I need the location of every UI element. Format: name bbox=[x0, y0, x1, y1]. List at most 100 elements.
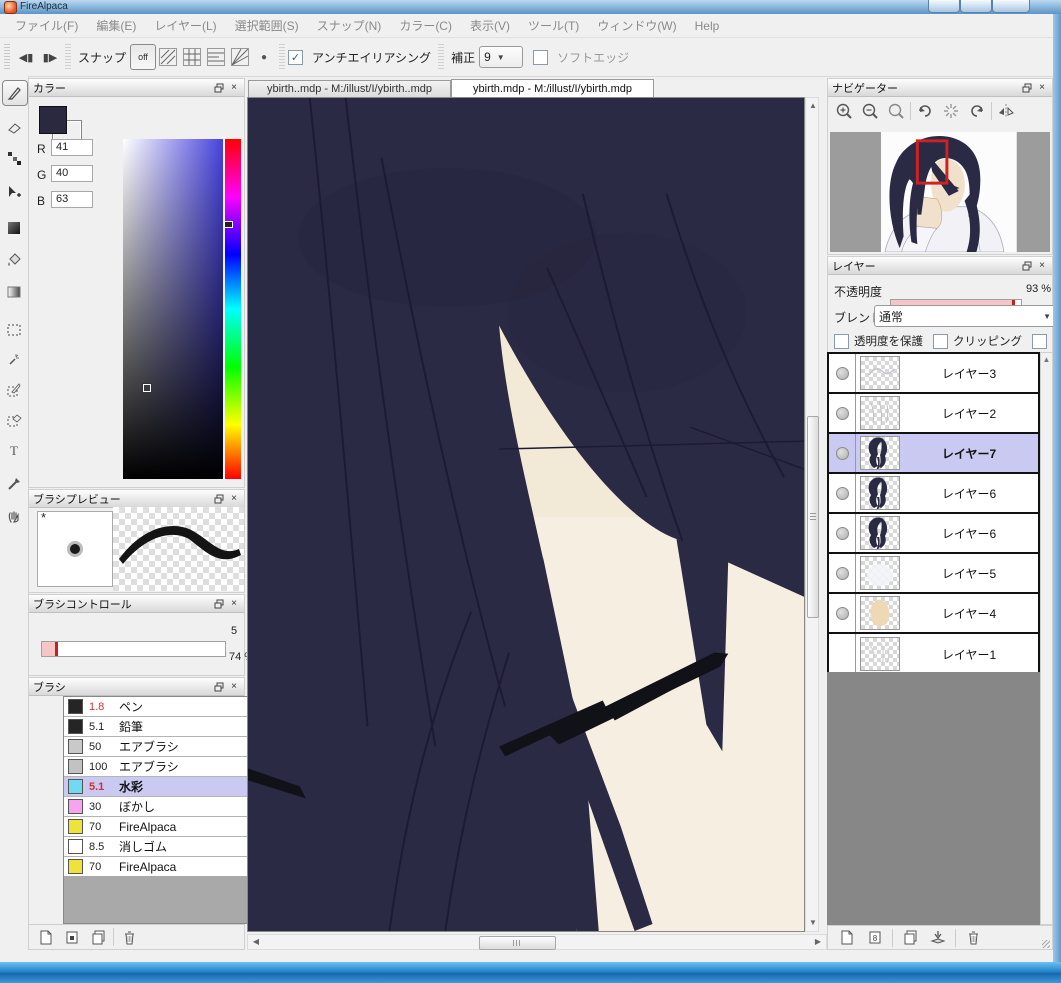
close-button[interactable] bbox=[992, 0, 1030, 13]
visibility-cell[interactable] bbox=[829, 354, 856, 392]
magic-wand-tool-button[interactable] bbox=[2, 348, 26, 372]
visibility-cell[interactable] bbox=[829, 474, 856, 512]
snap-parallel-icon[interactable] bbox=[156, 45, 180, 69]
antialias-checkbox[interactable]: ✓ bbox=[288, 50, 303, 65]
drawing-canvas[interactable] bbox=[247, 97, 805, 932]
close-panel-icon[interactable]: × bbox=[1036, 82, 1048, 94]
float-panel-icon[interactable] bbox=[213, 681, 225, 693]
visibility-cell[interactable] bbox=[829, 394, 856, 432]
snap-horizontal-icon[interactable] bbox=[204, 45, 228, 69]
next-canvas-button[interactable]: ▮▶ bbox=[38, 45, 62, 69]
menu-help[interactable]: Help bbox=[686, 14, 729, 38]
lock-checkbox[interactable] bbox=[1032, 334, 1047, 349]
brush-item[interactable]: 30 ぼかし bbox=[64, 797, 258, 817]
visible-icon[interactable] bbox=[836, 487, 849, 500]
snap-grid-icon[interactable] bbox=[180, 45, 204, 69]
menu-view[interactable]: 表示(V) bbox=[461, 14, 519, 38]
layer-row[interactable]: レイヤー4 bbox=[829, 594, 1038, 634]
hue-bar[interactable] bbox=[225, 139, 241, 479]
menu-color[interactable]: カラー(C) bbox=[390, 14, 461, 38]
resize-grip[interactable] bbox=[1042, 940, 1050, 948]
canvas-tab-1[interactable]: ybirth..mdp - M:/illust/I/ybirth..mdp bbox=[248, 80, 451, 98]
close-panel-icon[interactable]: × bbox=[1036, 260, 1048, 272]
layer-row-selected[interactable]: レイヤー7 bbox=[829, 434, 1038, 474]
scatter-tool-button[interactable] bbox=[2, 146, 26, 170]
float-panel-icon[interactable] bbox=[213, 82, 225, 94]
zoom-reset-icon[interactable] bbox=[884, 99, 908, 123]
flip-horizontal-icon[interactable] bbox=[994, 99, 1018, 123]
new-brush-icon[interactable] bbox=[35, 926, 57, 948]
scroll-up-icon[interactable]: ▲ bbox=[1043, 355, 1051, 364]
rotate-right-icon[interactable] bbox=[965, 99, 989, 123]
prev-canvas-button[interactable]: ◀▮ bbox=[14, 45, 38, 69]
visible-icon[interactable] bbox=[836, 447, 849, 460]
float-panel-icon[interactable] bbox=[1021, 260, 1033, 272]
text-tool-button[interactable]: T bbox=[2, 438, 26, 462]
brush-item[interactable]: 1.8 ペン bbox=[64, 697, 258, 717]
select-pen-tool-button[interactable] bbox=[2, 378, 26, 402]
maximize-button[interactable] bbox=[960, 0, 992, 13]
visibility-cell[interactable] bbox=[829, 514, 856, 552]
menu-snap[interactable]: スナップ(N) bbox=[308, 14, 391, 38]
close-panel-icon[interactable]: × bbox=[228, 493, 240, 505]
green-field[interactable]: 40 bbox=[51, 165, 93, 182]
menu-edit[interactable]: 編集(E) bbox=[87, 14, 145, 38]
shade-tool-button[interactable] bbox=[2, 216, 26, 240]
navigator-thumbnail[interactable] bbox=[830, 132, 1050, 252]
eraser-tool-button[interactable] bbox=[2, 116, 26, 140]
rotate-left-icon[interactable] bbox=[913, 99, 937, 123]
menu-window[interactable]: ウィンドウ(W) bbox=[588, 14, 685, 38]
brush-item[interactable]: 70 FireAlpaca bbox=[64, 857, 258, 877]
snap-off-button[interactable]: off bbox=[130, 44, 156, 70]
canvas-vertical-scrollbar[interactable]: ▲ ▼ bbox=[805, 97, 819, 932]
menu-select[interactable]: 選択範囲(S) bbox=[226, 14, 308, 38]
delete-layer-icon[interactable] bbox=[962, 927, 984, 949]
brush-item[interactable]: 70 FireAlpaca bbox=[64, 817, 258, 837]
scroll-up-icon[interactable]: ▲ bbox=[806, 99, 820, 113]
hand-tool-button[interactable] bbox=[2, 504, 26, 528]
scroll-down-icon[interactable]: ▼ bbox=[806, 916, 820, 930]
blend-select[interactable]: 通常 ▼ bbox=[874, 305, 1056, 327]
horizontal-scroll-thumb[interactable] bbox=[479, 936, 556, 950]
menu-layer[interactable]: レイヤー(L) bbox=[145, 14, 225, 38]
layer-row[interactable]: レイヤー6 bbox=[829, 514, 1038, 554]
float-panel-icon[interactable] bbox=[1021, 82, 1033, 94]
saturation-value-picker[interactable] bbox=[123, 139, 223, 479]
visible-icon[interactable] bbox=[836, 607, 849, 620]
edit-brush-icon[interactable] bbox=[61, 926, 83, 948]
duplicate-layer-icon[interactable] bbox=[899, 927, 921, 949]
merge-down-icon[interactable] bbox=[927, 927, 949, 949]
close-panel-icon[interactable]: × bbox=[228, 82, 240, 94]
brush-item[interactable]: 5.1 鉛筆 bbox=[64, 717, 258, 737]
layer-row[interactable]: レイヤー6 bbox=[829, 474, 1038, 514]
brush-size-slider[interactable] bbox=[41, 641, 226, 657]
move-tool-button[interactable] bbox=[2, 180, 26, 204]
select-rect-tool-button[interactable] bbox=[2, 318, 26, 342]
brush-item-selected[interactable]: 5.1 水彩 bbox=[64, 777, 258, 797]
zoom-out-icon[interactable] bbox=[858, 99, 882, 123]
visibility-cell[interactable] bbox=[829, 554, 856, 592]
foreground-color-swatch[interactable] bbox=[39, 106, 67, 134]
visibility-cell[interactable] bbox=[829, 634, 856, 674]
canvas-tab-2-active[interactable]: ybirth.mdp - M:/illust/I/ybirth.mdp bbox=[451, 79, 654, 98]
canvas-horizontal-scrollbar[interactable]: ◀ ▶ bbox=[247, 934, 827, 950]
new-8bit-layer-icon[interactable]: 8 bbox=[864, 927, 886, 949]
snap-dot-icon[interactable]: ● bbox=[252, 45, 276, 69]
correction-select[interactable]: 9 ▼ bbox=[479, 46, 523, 68]
clipping-checkbox[interactable] bbox=[933, 334, 948, 349]
scroll-left-icon[interactable]: ◀ bbox=[249, 935, 263, 949]
softedge-checkbox[interactable] bbox=[533, 50, 548, 65]
eyedropper-tool-button[interactable] bbox=[2, 472, 26, 496]
protect-alpha-checkbox[interactable] bbox=[834, 334, 849, 349]
pen-tool-button[interactable] bbox=[2, 80, 28, 106]
visible-icon[interactable] bbox=[836, 367, 849, 380]
visible-icon[interactable] bbox=[836, 527, 849, 540]
gradient-tool-button[interactable] bbox=[2, 280, 26, 304]
layer-row[interactable]: レイヤー5 bbox=[829, 554, 1038, 594]
float-panel-icon[interactable] bbox=[213, 493, 225, 505]
menu-file[interactable]: ファイル(F) bbox=[6, 14, 87, 38]
blue-field[interactable]: 63 bbox=[51, 191, 93, 208]
rotate-reset-icon[interactable] bbox=[939, 99, 963, 123]
layer-row[interactable]: レイヤー3 bbox=[829, 354, 1038, 394]
snap-radial-icon[interactable] bbox=[228, 45, 252, 69]
